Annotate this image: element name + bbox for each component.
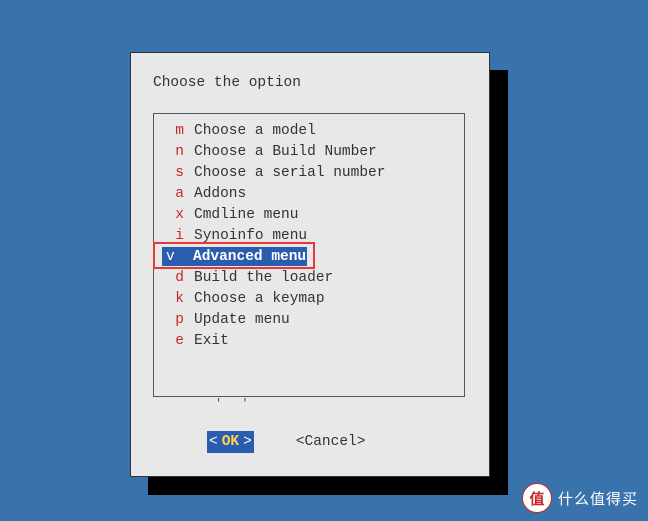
hotkey: i [162, 228, 194, 244]
hotkey: e [162, 333, 194, 349]
hotkey: d [162, 270, 194, 286]
menu-item-build-number[interactable]: n Choose a Build Number [154, 141, 464, 162]
hotkey: m [162, 123, 194, 139]
menu-item-label: Update menu [194, 312, 290, 328]
watermark-badge-icon: 值 [522, 483, 552, 513]
hotkey: k [162, 291, 194, 307]
menu-item-label: Choose a model [194, 123, 316, 139]
watermark: 值 什么值得买 [522, 483, 638, 513]
menu-item-label: Choose a keymap [194, 291, 325, 307]
angle-left-icon: < [209, 434, 218, 450]
menu-item-addons[interactable]: a Addons [154, 183, 464, 204]
menu-item-keymap[interactable]: k Choose a keymap [154, 288, 464, 309]
menu-item-label: Build the loader [194, 270, 333, 286]
menu-list: m Choose a model n Choose a Build Number… [153, 113, 465, 397]
hotkey: x [162, 207, 194, 223]
cancel-button[interactable]: <Cancel> [296, 434, 366, 450]
option-dialog: Choose the option m Choose a model n Cho… [130, 52, 490, 477]
menu-item-exit[interactable]: e Exit [154, 330, 464, 351]
frame-bottom-ticks: ' ' [215, 397, 255, 411]
menu-item-advanced[interactable]: v Advanced menu [154, 246, 464, 267]
menu-item-label: Cmdline menu [194, 207, 298, 223]
menu-item-update[interactable]: p Update menu [154, 309, 464, 330]
menu-item-label: Choose a serial number [194, 165, 385, 181]
hotkey: s [162, 165, 194, 181]
hotkey: v [162, 247, 189, 266]
hotkey: a [162, 186, 194, 202]
hotkey: n [162, 144, 194, 160]
menu-item-serial-number[interactable]: s Choose a serial number [154, 162, 464, 183]
menu-item-label: Addons [194, 186, 246, 202]
watermark-text: 什么值得买 [558, 488, 638, 509]
menu-item-label: Synoinfo menu [194, 228, 307, 244]
menu-item-label: Advanced menu [189, 247, 307, 266]
menu-item-label: Choose a Build Number [194, 144, 377, 160]
menu-item-model[interactable]: m Choose a model [154, 120, 464, 141]
ok-label: OK [218, 434, 243, 450]
menu-item-label: Exit [194, 333, 229, 349]
hotkey: p [162, 312, 194, 328]
angle-right-icon: > [243, 434, 252, 450]
menu-item-build-loader[interactable]: d Build the loader [154, 267, 464, 288]
ok-button[interactable]: < OK > [207, 431, 254, 453]
dialog-buttons: < OK > <Cancel> [207, 431, 365, 453]
menu-item-synoinfo[interactable]: i Synoinfo menu [154, 225, 464, 246]
dialog-title: Choose the option [153, 75, 301, 91]
menu-item-cmdline[interactable]: x Cmdline menu [154, 204, 464, 225]
